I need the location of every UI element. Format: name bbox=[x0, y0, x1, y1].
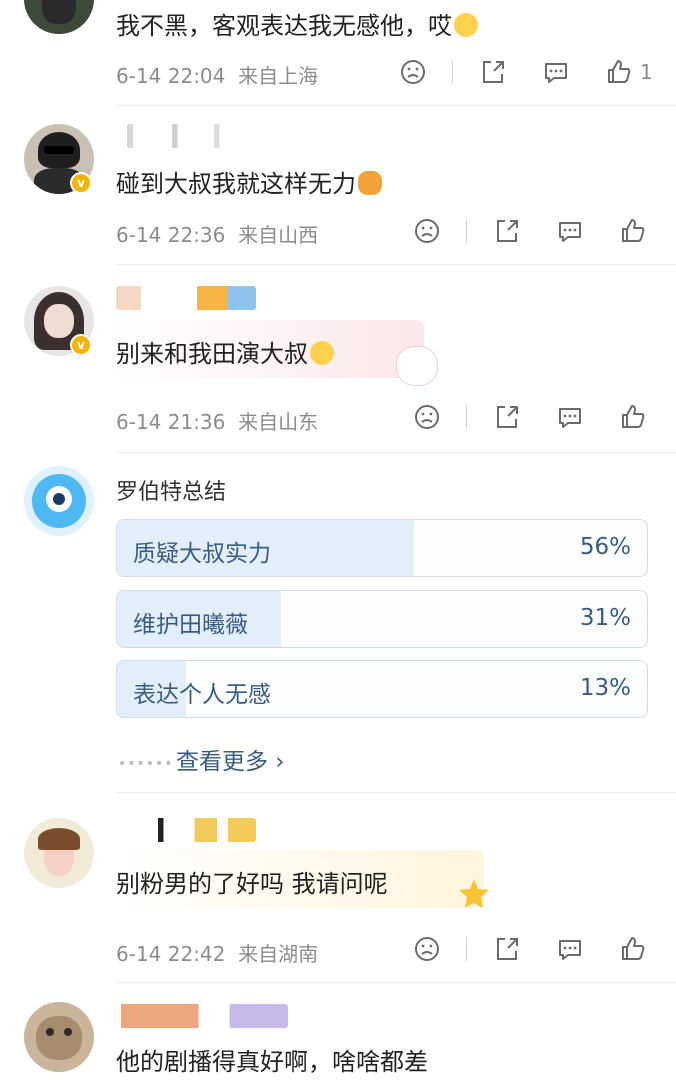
comment-meta: 6-14 22:36 来自山西 bbox=[116, 219, 318, 248]
comment-text: 别粉男的了好吗 我请问呢 bbox=[116, 870, 388, 898]
poll-option[interactable]: 质疑大叔实力 56% bbox=[116, 519, 648, 577]
comment-meta: 6-14 22:42 来自湖南 bbox=[116, 938, 318, 967]
emoji-icon bbox=[358, 171, 382, 195]
divider bbox=[452, 60, 453, 84]
username-blurred bbox=[116, 1004, 288, 1028]
dislike-icon[interactable] bbox=[398, 57, 428, 87]
sticker-icon bbox=[396, 346, 438, 386]
divider bbox=[466, 405, 467, 429]
robot-avatar[interactable] bbox=[24, 466, 94, 536]
poll-option-percent: 13% bbox=[579, 675, 631, 701]
emoji-icon bbox=[310, 341, 334, 365]
divider bbox=[116, 105, 676, 106]
comment-text: 碰到大叔我就这样无力 bbox=[116, 164, 382, 199]
comment-time: 6-14 21:36 bbox=[116, 410, 226, 434]
dislike-icon[interactable] bbox=[412, 934, 442, 964]
comment-location: 来自上海 bbox=[238, 64, 319, 88]
emoji-icon bbox=[454, 13, 478, 37]
username-blurred bbox=[116, 124, 256, 148]
dislike-icon[interactable] bbox=[412, 402, 442, 432]
comment-icon[interactable] bbox=[555, 934, 585, 964]
comment-icon[interactable] bbox=[555, 402, 585, 432]
share-icon[interactable] bbox=[492, 934, 522, 964]
like-icon[interactable] bbox=[618, 934, 648, 964]
comment-location: 来自山东 bbox=[238, 410, 319, 434]
like-icon[interactable] bbox=[618, 402, 648, 432]
divider bbox=[116, 792, 676, 793]
divider bbox=[116, 452, 676, 453]
view-more-link[interactable]: 查看更多 › bbox=[176, 742, 285, 776]
poll-option-percent: 56% bbox=[579, 534, 631, 560]
comment-text: 别来和我田演大叔 bbox=[116, 334, 334, 369]
poll-option-percent: 31% bbox=[579, 605, 631, 631]
divider bbox=[116, 264, 676, 265]
comment-meta: 6-14 22:04 来自上海 bbox=[116, 60, 318, 89]
share-icon[interactable] bbox=[492, 216, 522, 246]
comment-text: 我不黑，客观表达我无感他，哎 bbox=[116, 6, 478, 41]
dislike-icon[interactable] bbox=[412, 216, 442, 246]
verified-badge: v bbox=[70, 334, 92, 356]
avatar[interactable] bbox=[24, 0, 94, 34]
poll-option-label: 表达个人无感 bbox=[133, 682, 271, 708]
comment-icon[interactable] bbox=[555, 216, 585, 246]
comment-icon[interactable] bbox=[541, 57, 571, 87]
avatar[interactable] bbox=[24, 818, 94, 888]
poll-option-label: 维护田曦薇 bbox=[133, 612, 248, 638]
poll-option-label: 质疑大叔实力 bbox=[133, 541, 271, 567]
divider bbox=[466, 937, 467, 961]
comment-location: 来自山西 bbox=[238, 223, 319, 247]
comment-location: 来自湖南 bbox=[238, 942, 319, 966]
comment-text: 他的剧播得真好啊，啥啥都差 bbox=[116, 1048, 428, 1076]
like-icon[interactable] bbox=[618, 216, 648, 246]
share-icon[interactable] bbox=[478, 57, 508, 87]
dots-divider: •••••• bbox=[118, 756, 174, 772]
poll-title: 罗伯特总结 bbox=[116, 480, 227, 505]
like-icon[interactable] bbox=[604, 57, 634, 87]
verified-badge: v bbox=[70, 172, 92, 194]
poll-option[interactable]: 表达个人无感 13% bbox=[116, 660, 648, 718]
star-badge-icon bbox=[456, 876, 492, 912]
divider bbox=[116, 982, 676, 983]
username-blurred bbox=[116, 818, 256, 842]
comment-time: 6-14 22:04 bbox=[116, 64, 226, 88]
username-blurred bbox=[116, 286, 256, 310]
like-count: 1 bbox=[640, 60, 653, 84]
avatar[interactable] bbox=[24, 1002, 94, 1072]
comment-time: 6-14 22:42 bbox=[116, 942, 226, 966]
poll-option[interactable]: 维护田曦薇 31% bbox=[116, 590, 648, 648]
divider bbox=[466, 219, 467, 243]
comment-time: 6-14 22:36 bbox=[116, 223, 226, 247]
share-icon[interactable] bbox=[492, 402, 522, 432]
comment-meta: 6-14 21:36 来自山东 bbox=[116, 406, 318, 435]
